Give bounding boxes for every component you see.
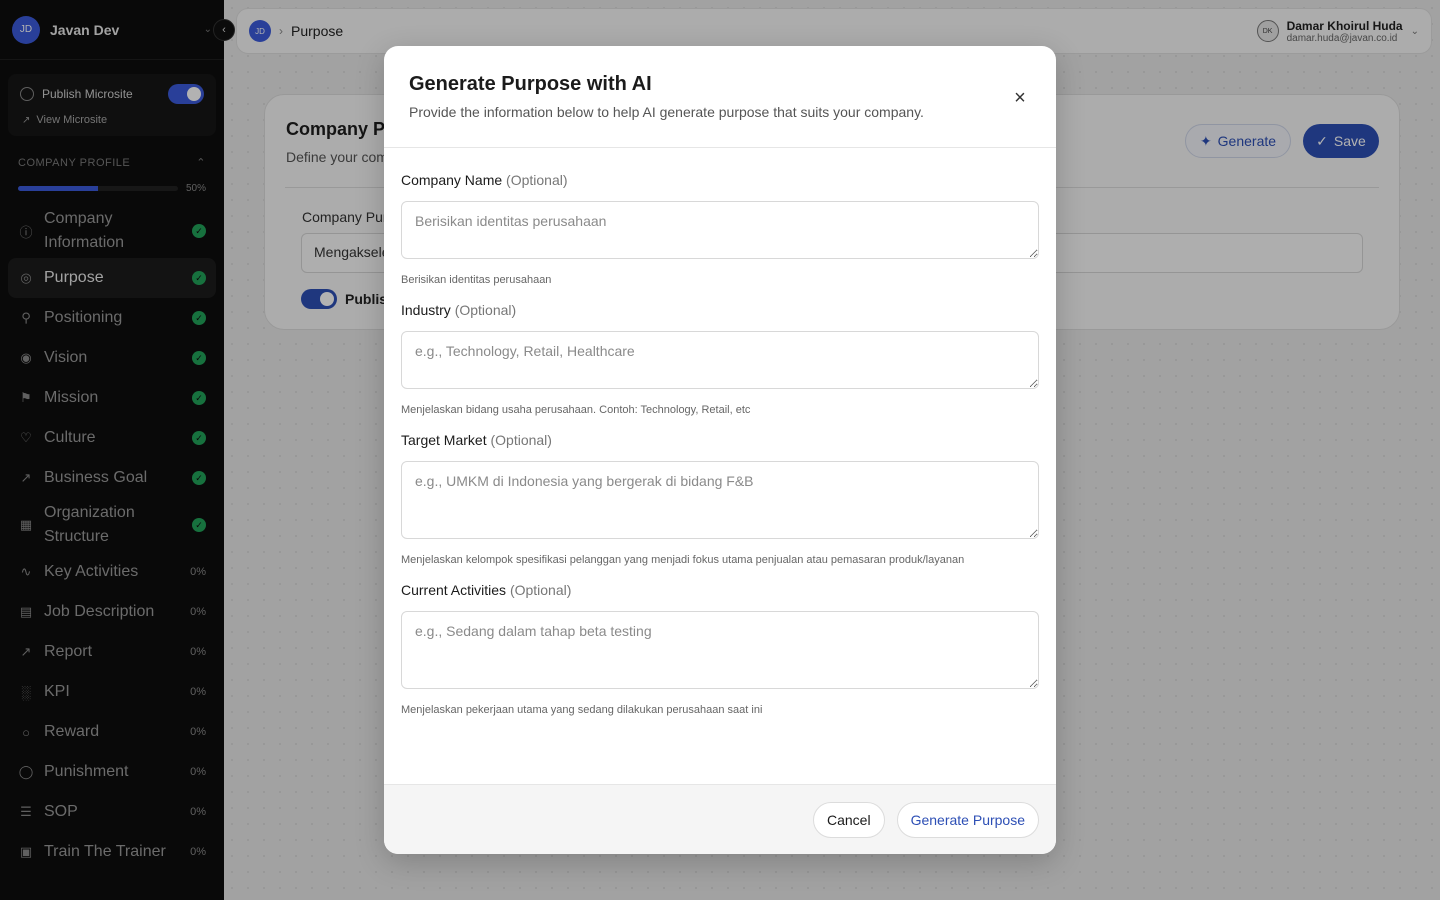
- field-label-text: Current Activities: [401, 582, 507, 598]
- field-label-text: Industry: [401, 302, 451, 318]
- optional-tag: (Optional): [490, 432, 552, 448]
- field-hint: Menjelaskan bidang usaha perusahaan. Con…: [401, 404, 751, 416]
- industry-input[interactable]: [401, 331, 1039, 389]
- cancel-button[interactable]: Cancel: [813, 801, 885, 838]
- field-hint: Menjelaskan kelompok spesifikasi pelangg…: [401, 554, 965, 566]
- industry-field: Industry (Optional) Menjelaskan bidang u…: [401, 302, 1039, 416]
- modal-header: Generate Purpose with AI Provide the inf…: [384, 46, 1056, 148]
- modal-subtitle: Provide the information below to help AI…: [409, 104, 924, 120]
- field-label: Target Market (Optional): [401, 432, 1039, 448]
- current-activities-field: Current Activities (Optional) Menjelaska…: [401, 582, 1039, 716]
- optional-tag: (Optional): [509, 582, 572, 598]
- optional-tag: (Optional): [454, 302, 517, 318]
- field-hint: Menjelaskan pekerjaan utama yang sedang …: [401, 704, 763, 716]
- target-market-field: Target Market (Optional) Menjelaskan kel…: [401, 432, 1039, 566]
- generate-purpose-modal: Generate Purpose with AI Provide the inf…: [384, 46, 1056, 854]
- current-activities-input[interactable]: [401, 611, 1039, 689]
- field-label-text: Target Market: [401, 432, 487, 448]
- modal-footer: Cancel Generate Purpose: [384, 784, 1056, 854]
- field-label: Current Activities (Optional): [401, 582, 1039, 598]
- company-name-input[interactable]: [401, 201, 1039, 259]
- target-market-input[interactable]: [401, 461, 1039, 539]
- company-name-field: Company Name (Optional) Berisikan identi…: [401, 172, 1039, 286]
- optional-tag: (Optional): [506, 172, 568, 188]
- close-icon[interactable]: ×: [1010, 88, 1030, 108]
- field-label-text: Company Name: [401, 172, 503, 188]
- field-hint: Berisikan identitas perusahaan: [401, 274, 552, 286]
- modal-body: Company Name (Optional) Berisikan identi…: [384, 148, 1056, 716]
- generate-purpose-button[interactable]: Generate Purpose: [896, 801, 1039, 838]
- field-label: Company Name (Optional): [401, 172, 1039, 188]
- field-label: Industry (Optional): [401, 302, 1039, 318]
- modal-title: Generate Purpose with AI: [409, 73, 652, 95]
